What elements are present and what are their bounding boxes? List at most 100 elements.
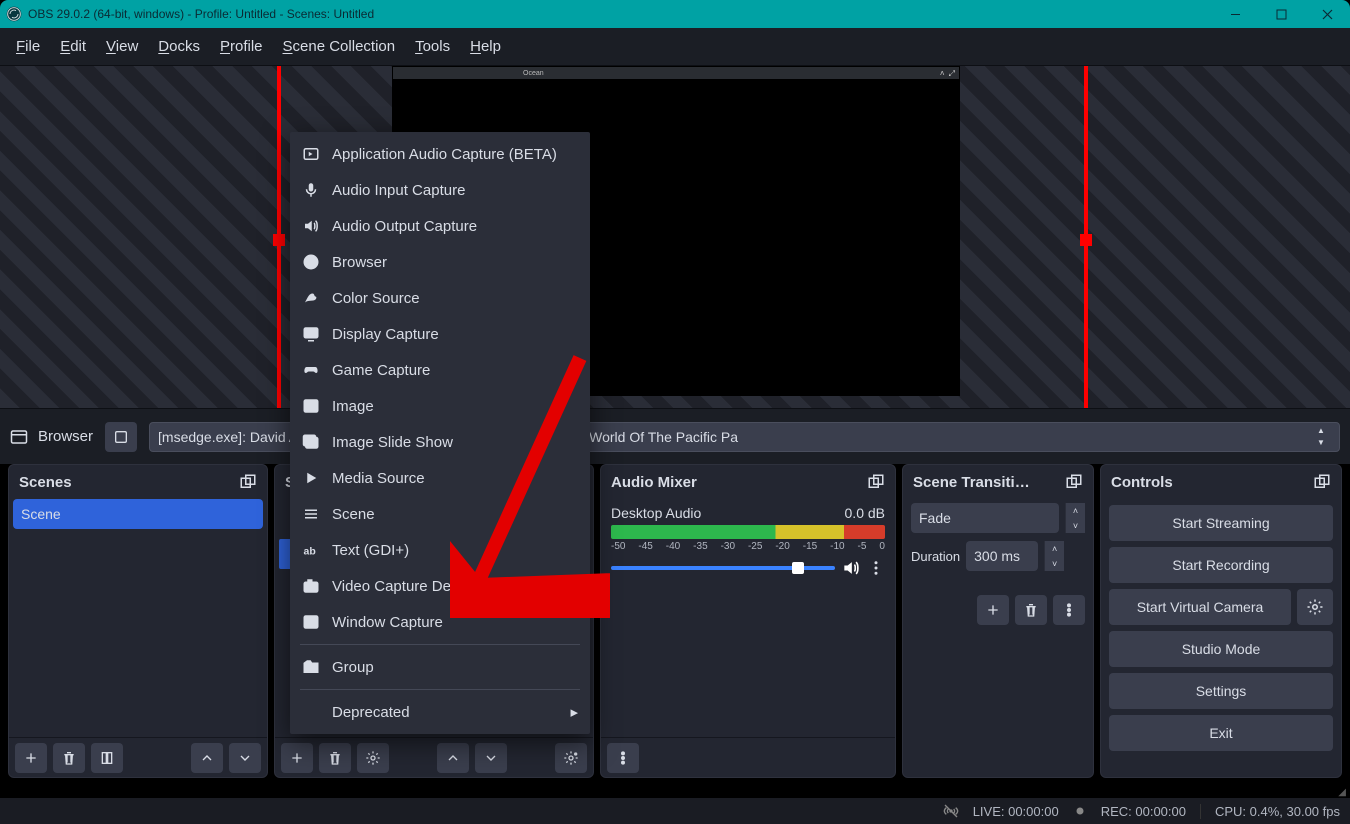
- mixer-volume-slider[interactable]: [611, 566, 835, 570]
- menu-edit[interactable]: Edit: [50, 34, 96, 59]
- transition-menu-button[interactable]: [1053, 595, 1085, 625]
- settings-button[interactable]: Settings: [1109, 673, 1333, 709]
- start-virtual-camera-button[interactable]: Start Virtual Camera: [1109, 589, 1291, 625]
- audio-mixer-dock: Audio Mixer Desktop Audio 0.0 dB -50-45 …: [600, 464, 896, 778]
- minimize-button[interactable]: [1212, 0, 1258, 28]
- mixer-menu-button[interactable]: [607, 743, 639, 773]
- source-properties-button[interactable]: [357, 743, 389, 773]
- menu-scene-collection[interactable]: Scene Collection: [273, 34, 406, 59]
- ctx-image[interactable]: Image: [290, 388, 590, 424]
- ctx-audio-output-capture[interactable]: Audio Output Capture: [290, 208, 590, 244]
- ctx-video-capture-device[interactable]: Video Capture Device: [290, 568, 590, 604]
- mixer-toolbar: [601, 737, 895, 777]
- selection-handle-right[interactable]: [1080, 234, 1092, 246]
- scenes-toolbar: [9, 737, 267, 777]
- speaker-icon[interactable]: [841, 558, 861, 578]
- transitions-title: Scene Transiti…: [913, 474, 1030, 491]
- source-up-button[interactable]: [437, 743, 469, 773]
- duration-input[interactable]: 300 ms: [966, 541, 1038, 571]
- add-source-context-menu: Application Audio Capture (BETA) Audio I…: [290, 132, 590, 734]
- window-title: OBS 29.0.2 (64-bit, windows) - Profile: …: [28, 7, 1212, 21]
- scenes-dock: Scenes Scene: [8, 464, 268, 778]
- ctx-browser[interactable]: Browser: [290, 244, 590, 280]
- scene-item[interactable]: Scene: [13, 499, 263, 529]
- source-edit-button[interactable]: [105, 422, 137, 452]
- scene-remove-button[interactable]: [53, 743, 85, 773]
- ctx-app-audio-capture[interactable]: Application Audio Capture (BETA): [290, 136, 590, 172]
- transitions-dock: Scene Transiti… Fade ˄˅ Duration 300 ms …: [902, 464, 1094, 778]
- mixer-meter: [611, 525, 885, 539]
- start-streaming-button[interactable]: Start Streaming: [1109, 505, 1333, 541]
- ctx-separator: [300, 689, 580, 690]
- menu-tools[interactable]: Tools: [405, 34, 460, 59]
- svg-text:ab: ab: [304, 546, 316, 558]
- obs-logo-icon: [6, 6, 22, 22]
- ctx-window-capture[interactable]: Window Capture: [290, 604, 590, 640]
- status-live: LIVE: 00:00:00: [973, 804, 1059, 819]
- preview-stage[interactable]: Ocean ˄⤢: [0, 66, 1350, 408]
- start-recording-button[interactable]: Start Recording: [1109, 547, 1333, 583]
- mixer-title: Audio Mixer: [611, 474, 697, 491]
- source-properties-bar: Browser [msedge.exe]: David Attenborough…: [0, 408, 1350, 464]
- source-remove-button[interactable]: [319, 743, 351, 773]
- ctx-group[interactable]: Group: [290, 649, 590, 685]
- titlebar: OBS 29.0.2 (64-bit, windows) - Profile: …: [0, 0, 1350, 28]
- resize-grip-icon[interactable]: ◢: [1338, 787, 1346, 798]
- menu-help[interactable]: Help: [460, 34, 511, 59]
- duration-value: 300 ms: [974, 548, 1020, 564]
- ctx-audio-input-capture[interactable]: Audio Input Capture: [290, 172, 590, 208]
- virtual-camera-settings-button[interactable]: [1297, 589, 1333, 625]
- menu-profile[interactable]: Profile: [210, 34, 273, 59]
- preview-tab-label: Ocean: [523, 70, 544, 77]
- transition-remove-button[interactable]: [1015, 595, 1047, 625]
- studio-mode-button[interactable]: Studio Mode: [1109, 631, 1333, 667]
- streaming-off-icon: [943, 803, 959, 819]
- source-add-button[interactable]: [281, 743, 313, 773]
- ctx-scene[interactable]: Scene: [290, 496, 590, 532]
- popout-icon[interactable]: [867, 473, 885, 491]
- popout-icon[interactable]: [239, 473, 257, 491]
- ctx-color-source[interactable]: Color Source: [290, 280, 590, 316]
- source-down-button[interactable]: [475, 743, 507, 773]
- ctx-text-gdi[interactable]: abText (GDI+): [290, 532, 590, 568]
- popout-icon[interactable]: [1065, 473, 1083, 491]
- mixer-ticks: -50-45 -40-35 -30-25 -20-15 -10-5 0: [611, 541, 885, 552]
- menu-view[interactable]: View: [96, 34, 148, 59]
- status-cpu: CPU: 0.4%, 30.00 fps: [1200, 804, 1340, 819]
- scene-down-button[interactable]: [229, 743, 261, 773]
- status-rec: REC: 00:00:00: [1101, 804, 1186, 819]
- controls-title: Controls: [1111, 474, 1173, 491]
- menu-docks[interactable]: Docks: [148, 34, 210, 59]
- controls-dock: Controls Start Streaming Start Recording…: [1100, 464, 1342, 778]
- ctx-display-capture[interactable]: Display Capture: [290, 316, 590, 352]
- ctx-separator: [300, 644, 580, 645]
- transition-select[interactable]: Fade: [911, 503, 1059, 533]
- scenes-title: Scenes: [19, 474, 72, 491]
- exit-button[interactable]: Exit: [1109, 715, 1333, 751]
- maximize-button[interactable]: [1258, 0, 1304, 28]
- window-select-spin[interactable]: ▲▼: [1311, 425, 1331, 449]
- mixer-channel-name: Desktop Audio: [611, 505, 701, 521]
- ctx-deprecated[interactable]: Deprecated▸: [290, 694, 590, 730]
- transition-add-button[interactable]: [977, 595, 1009, 625]
- popout-icon[interactable]: [1313, 473, 1331, 491]
- mixer-channel-menu[interactable]: [867, 559, 885, 577]
- transition-spin[interactable]: ˄˅: [1065, 503, 1085, 533]
- selected-source-name: Browser: [38, 428, 93, 445]
- source-settings2-button[interactable]: [555, 743, 587, 773]
- menubar: File Edit View Docks Profile Scene Colle…: [0, 28, 1350, 66]
- ctx-game-capture[interactable]: Game Capture: [290, 352, 590, 388]
- selection-handle-left[interactable]: [273, 234, 285, 246]
- ctx-media-source[interactable]: Media Source: [290, 460, 590, 496]
- close-button[interactable]: [1304, 0, 1350, 28]
- scene-add-button[interactable]: [15, 743, 47, 773]
- ctx-image-slide-show[interactable]: Image Slide Show: [290, 424, 590, 460]
- sources-toolbar: [275, 737, 593, 777]
- preview-mini-tools: ˄⤢: [940, 69, 955, 79]
- statusbar: LIVE: 00:00:00 REC: 00:00:00 CPU: 0.4%, …: [0, 798, 1350, 824]
- duration-spin[interactable]: ˄˅: [1044, 541, 1064, 571]
- menu-file[interactable]: File: [6, 34, 50, 59]
- scene-up-button[interactable]: [191, 743, 223, 773]
- duration-label: Duration: [911, 549, 960, 564]
- scene-filters-button[interactable]: [91, 743, 123, 773]
